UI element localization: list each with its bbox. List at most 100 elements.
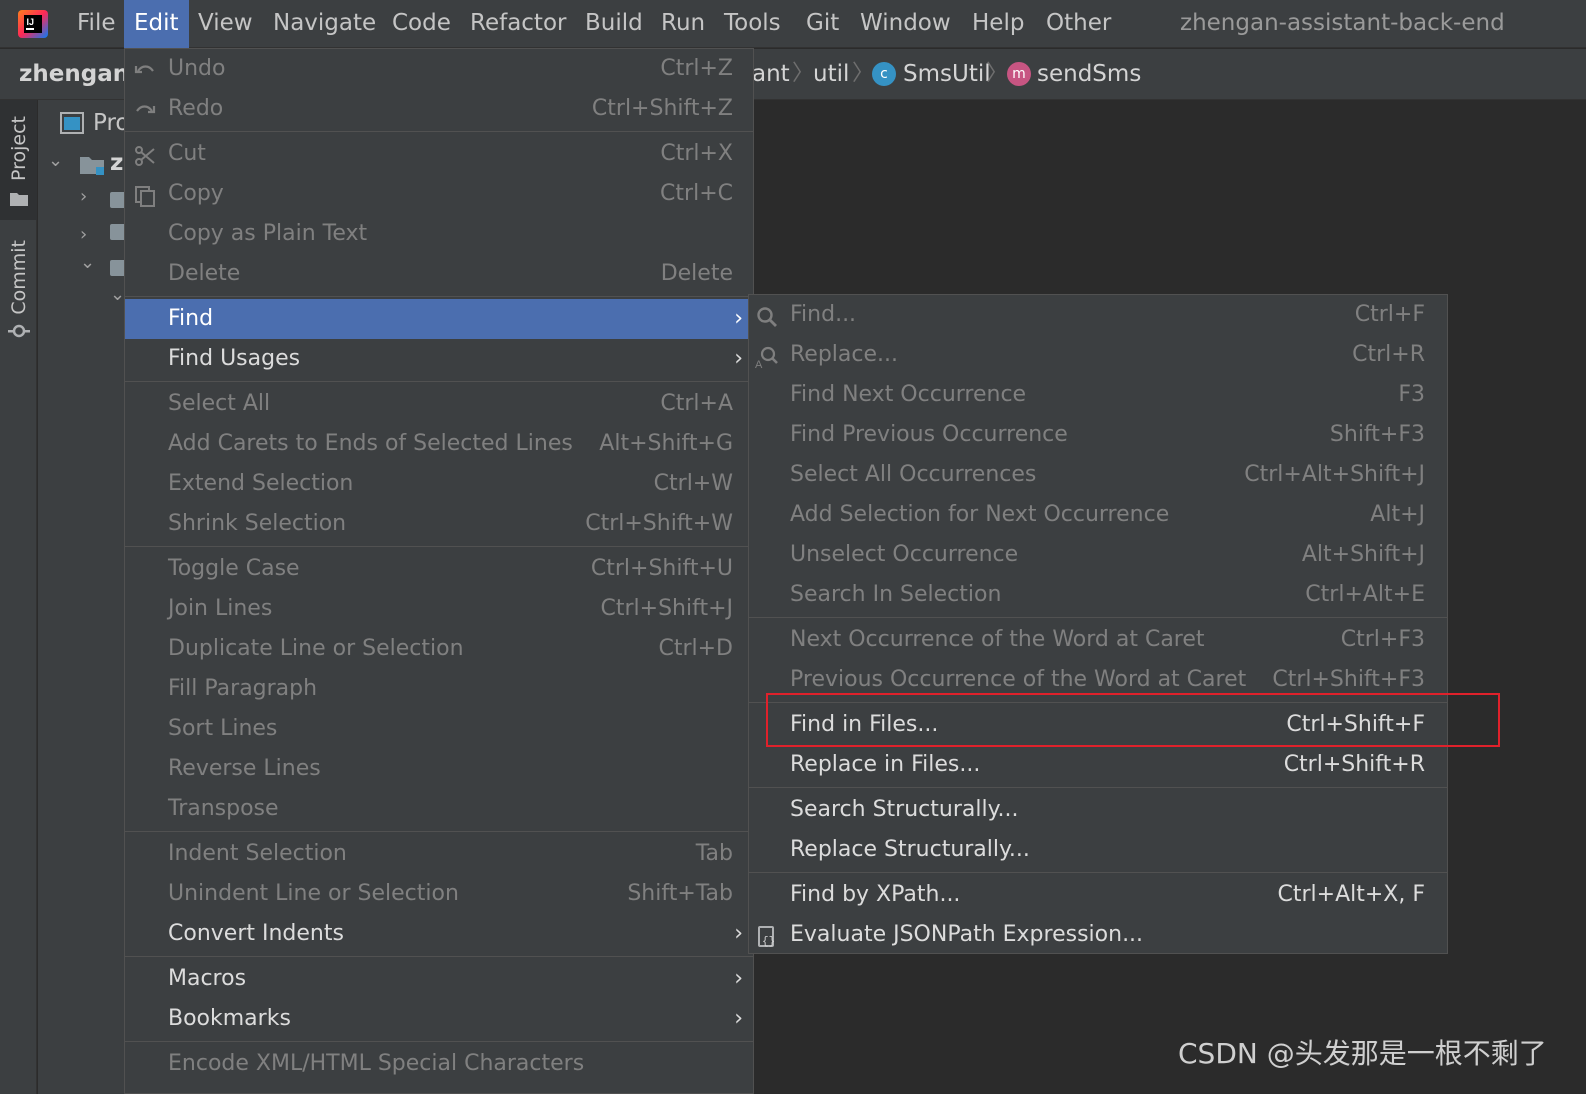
menu-item-join-lines[interactable]: Join Lines Ctrl+Shift+J	[125, 589, 753, 629]
menu-item-find[interactable]: Find ›	[125, 299, 753, 339]
shortcut-label: Tab	[695, 841, 733, 866]
menu-item-select-all[interactable]: Select All Ctrl+A	[125, 384, 753, 424]
breadcrumb-method[interactable]: sendSms	[1037, 49, 1141, 99]
menu-edit[interactable]: Edit	[124, 0, 189, 48]
jsonpath-icon: {}	[755, 923, 779, 948]
menu-item-delete[interactable]: Delete Delete	[125, 254, 753, 294]
menu-item-redo[interactable]: Redo Ctrl+Shift+Z	[125, 89, 753, 129]
menu-item-label: Select All	[168, 391, 271, 416]
chevron-down-icon[interactable]: ⌄	[110, 284, 125, 305]
menu-item-search-structurally[interactable]: Search Structurally...	[749, 790, 1447, 830]
menu-item-evaluate-jsonpath-expression[interactable]: {} Evaluate JSONPath Expression...	[749, 915, 1447, 955]
menu-item-replace[interactable]: A Replace... Ctrl+R	[749, 335, 1447, 375]
class-icon: c	[872, 62, 896, 86]
submenu-arrow-icon: ›	[734, 966, 743, 991]
menu-item-label: Duplicate Line or Selection	[168, 636, 464, 661]
menu-item-replace-structurally[interactable]: Replace Structurally...	[749, 830, 1447, 870]
menu-item-label: Unselect Occurrence	[790, 542, 1019, 567]
menu-separator	[125, 1041, 753, 1042]
menu-item-search-in-selection[interactable]: Search In Selection Ctrl+Alt+E	[749, 575, 1447, 615]
menu-item-label: Search Structurally...	[790, 797, 1019, 822]
menu-item-find-previous-occurrence[interactable]: Find Previous Occurrence Shift+F3	[749, 415, 1447, 455]
menu-item-encode-xml-html-special-characters[interactable]: Encode XML/HTML Special Characters	[125, 1044, 753, 1084]
menu-item-extend-selection[interactable]: Extend Selection Ctrl+W	[125, 464, 753, 504]
menu-separator	[125, 296, 753, 297]
menu-separator	[125, 546, 753, 547]
menu-item-label: Copy	[168, 181, 224, 206]
menu-item-label: Search In Selection	[790, 582, 1002, 607]
breadcrumb-util[interactable]: util	[813, 49, 849, 99]
menu-item-undo[interactable]: Undo Ctrl+Z	[125, 49, 753, 89]
folder-icon	[10, 193, 28, 206]
menu-item-find-next-occurrence[interactable]: Find Next Occurrence F3	[749, 375, 1447, 415]
shortcut-label: Ctrl+C	[660, 181, 733, 206]
chevron-down-icon[interactable]: ⌄	[48, 150, 63, 171]
chevron-down-icon[interactable]: ⌄	[80, 252, 95, 273]
menu-separator	[125, 131, 753, 132]
chevron-right-icon[interactable]: ›	[80, 224, 87, 245]
tool-tab-project[interactable]: Project	[0, 100, 37, 220]
menu-item-select-all-occurrences[interactable]: Select All Occurrences Ctrl+Alt+Shift+J	[749, 455, 1447, 495]
menu-window[interactable]: Window	[860, 0, 951, 48]
menu-item-bookmarks[interactable]: Bookmarks ›	[125, 999, 753, 1039]
shortcut-label: Ctrl+Shift+R	[1283, 752, 1425, 777]
shortcut-label: Shift+F3	[1329, 422, 1425, 447]
menu-item-reverse-lines[interactable]: Reverse Lines	[125, 749, 753, 789]
svg-text:IJ: IJ	[27, 17, 35, 27]
menu-item-label: Replace Structurally...	[790, 837, 1030, 862]
menu-item-label: Extend Selection	[168, 471, 354, 496]
menu-item-unselect-occurrence[interactable]: Unselect Occurrence Alt+Shift+J	[749, 535, 1447, 575]
menu-item-duplicate-line-or-selection[interactable]: Duplicate Line or Selection Ctrl+D	[125, 629, 753, 669]
menu-item-transpose[interactable]: Transpose	[125, 789, 753, 829]
menu-help[interactable]: Help	[972, 0, 1024, 48]
menu-item-add-selection-for-next-occurrence[interactable]: Add Selection for Next Occurrence Alt+J	[749, 495, 1447, 535]
breadcrumb-separator-icon: 〉	[792, 61, 815, 86]
menu-item-replace-in-files[interactable]: Replace in Files... Ctrl+Shift+R	[749, 745, 1447, 785]
menu-item-toggle-case[interactable]: Toggle Case Ctrl+Shift+U	[125, 549, 753, 589]
menu-item-label: Delete	[168, 261, 241, 286]
menu-file[interactable]: File	[77, 0, 116, 48]
menu-item-label: Find	[168, 306, 214, 331]
menu-item-add-carets-to-ends-of-selected-lines[interactable]: Add Carets to Ends of Selected Lines Alt+…	[125, 424, 753, 464]
tool-tab-commit[interactable]: Commit	[0, 240, 37, 350]
menu-refactor[interactable]: Refactor	[470, 0, 566, 48]
breadcrumb-class[interactable]: SmsUtil	[903, 49, 991, 99]
menu-item-sort-lines[interactable]: Sort Lines	[125, 709, 753, 749]
menu-item-copy[interactable]: Copy Ctrl+C	[125, 174, 753, 214]
breadcrumb-project[interactable]: zhengan-	[19, 49, 139, 99]
chevron-right-icon[interactable]: ›	[80, 186, 87, 207]
menu-item-unindent-line-or-selection[interactable]: Unindent Line or Selection Shift+Tab	[125, 874, 753, 914]
menu-item-indent-selection[interactable]: Indent Selection Tab	[125, 834, 753, 874]
menu-git[interactable]: Git	[806, 0, 839, 48]
menu-item-label: Find by XPath...	[790, 882, 961, 907]
menu-item-shrink-selection[interactable]: Shrink Selection Ctrl+Shift+W	[125, 504, 753, 544]
menu-run[interactable]: Run	[661, 0, 705, 48]
menu-other[interactable]: Other	[1046, 0, 1111, 48]
menu-tools[interactable]: Tools	[724, 0, 781, 48]
shortcut-label: F3	[1398, 382, 1425, 407]
menu-code[interactable]: Code	[392, 0, 451, 48]
project-view-icon	[60, 112, 84, 134]
window-title: zhengan-assistant-back-end	[1180, 10, 1505, 36]
menu-item-macros[interactable]: Macros ›	[125, 959, 753, 999]
shortcut-label: Alt+J	[1370, 502, 1425, 527]
menu-item-cut[interactable]: Cut Ctrl+X	[125, 134, 753, 174]
menu-build[interactable]: Build	[585, 0, 643, 48]
shortcut-label: Ctrl+R	[1352, 342, 1425, 367]
redo-icon	[133, 97, 157, 121]
menu-item-find-usages[interactable]: Find Usages ›	[125, 339, 753, 379]
menu-item-convert-indents[interactable]: Convert Indents ›	[125, 914, 753, 954]
menu-item-fill-paragraph[interactable]: Fill Paragraph	[125, 669, 753, 709]
menu-item-label: Evaluate JSONPath Expression...	[790, 922, 1144, 947]
menu-item-label: Select All Occurrences	[790, 462, 1037, 487]
menu-item-find[interactable]: Find... Ctrl+F	[749, 295, 1447, 335]
menu-view[interactable]: View	[198, 0, 253, 48]
tool-tab-project-label: Project	[8, 116, 30, 182]
menu-item-label: Toggle Case	[168, 556, 300, 581]
menu-navigate[interactable]: Navigate	[273, 0, 376, 48]
tree-root-label[interactable]: z	[110, 150, 123, 176]
menu-item-copy-as-plain-text[interactable]: Copy as Plain Text	[125, 214, 753, 254]
menu-item-find-by-xpath[interactable]: Find by XPath... Ctrl+Alt+X, F	[749, 875, 1447, 915]
menu-item-next-occurrence-of-the-word-at-caret[interactable]: Next Occurrence of the Word at Caret Ctrl…	[749, 620, 1447, 660]
breadcrumb-package[interactable]: ant	[752, 49, 790, 99]
